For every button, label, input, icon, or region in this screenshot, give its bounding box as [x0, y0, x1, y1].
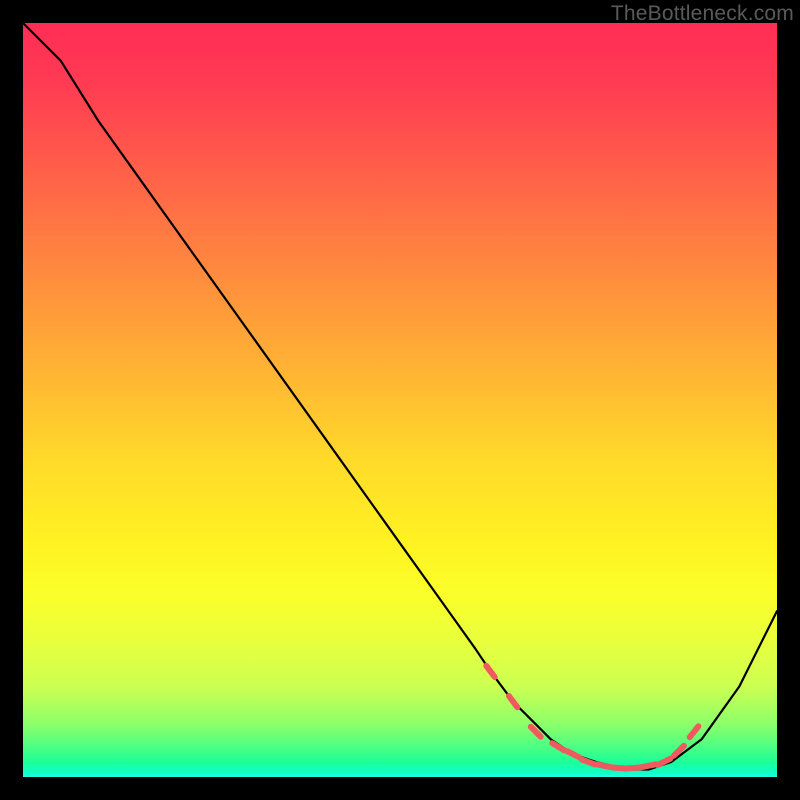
chart-frame: TheBottleneck.com [0, 0, 800, 800]
marker-dash [627, 767, 641, 768]
marker-dash [552, 743, 564, 750]
bottleneck-curve [23, 23, 777, 770]
marker-dash [486, 666, 494, 677]
marker-dash [690, 726, 699, 737]
marker-dash [642, 764, 656, 767]
optimal-range-markers [486, 666, 698, 769]
marker-dash [612, 767, 626, 768]
marker-dash [567, 751, 580, 757]
watermark-text: TheBottleneck.com [611, 2, 794, 26]
marker-dash [658, 759, 671, 765]
chart-plot-area [23, 23, 777, 777]
marker-dash [597, 764, 611, 767]
chart-svg [23, 23, 777, 777]
marker-dash [509, 696, 517, 707]
